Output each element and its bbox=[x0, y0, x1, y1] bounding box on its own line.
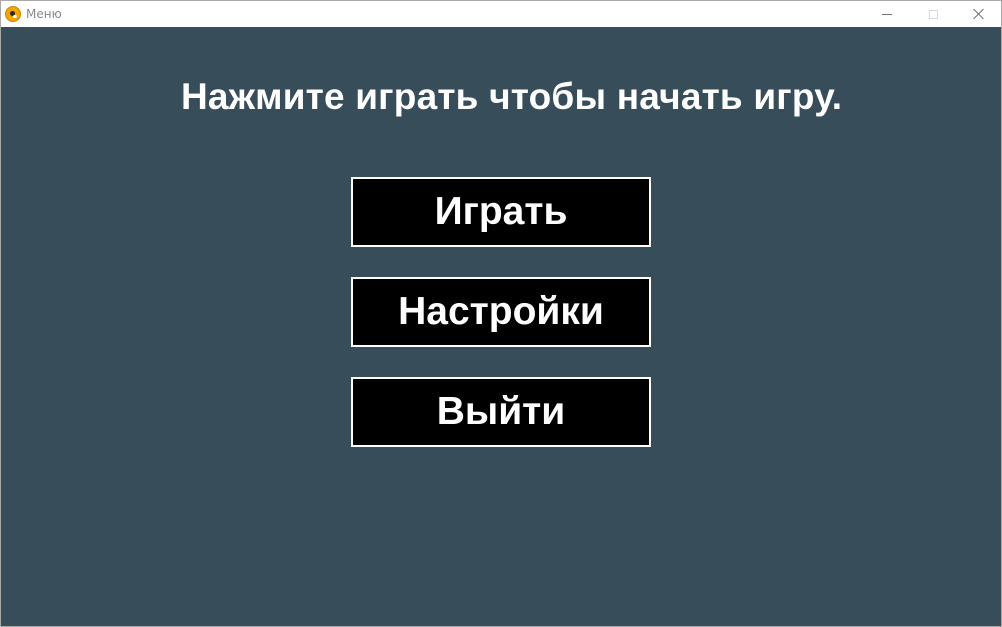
settings-button[interactable]: Настройки bbox=[351, 277, 651, 347]
title-bar[interactable]: Меню bbox=[1, 1, 1001, 27]
exit-button[interactable]: Выйти bbox=[351, 377, 651, 447]
maximize-button[interactable] bbox=[910, 1, 956, 27]
window-title: Меню bbox=[26, 7, 62, 21]
app-icon bbox=[5, 6, 21, 22]
close-button[interactable] bbox=[956, 1, 1001, 27]
start-instruction-text: Нажмите играть чтобы начать игру. bbox=[181, 76, 843, 117]
settings-button-label: Настройки bbox=[398, 290, 604, 333]
minimize-icon bbox=[882, 13, 892, 15]
app-window: Меню Нажмите играть чтобы начать игру. И… bbox=[0, 0, 1002, 627]
minimize-button[interactable] bbox=[864, 1, 910, 27]
exit-button-label: Выйти bbox=[436, 390, 566, 433]
play-button-label: Играть bbox=[434, 190, 568, 233]
play-button[interactable]: Играть bbox=[351, 177, 651, 247]
close-icon bbox=[973, 8, 985, 20]
maximize-icon bbox=[928, 9, 938, 19]
game-screen: Нажмите играть чтобы начать игру. Играть… bbox=[1, 27, 1001, 626]
